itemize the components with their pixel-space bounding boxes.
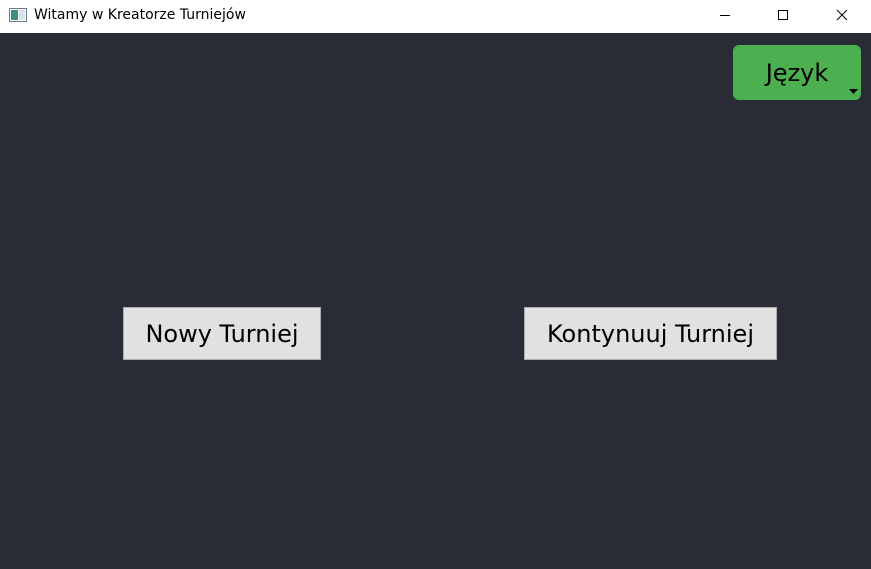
window-title: Witamy w Kreatorze Turniejów [34,7,246,23]
app-window-icon [9,8,27,22]
app-window: Witamy w Kreatorze Turniejów Język Nowy … [0,0,871,569]
new-tournament-button[interactable]: Nowy Turniej [123,307,321,360]
continue-tournament-button[interactable]: Kontynuuj Turniej [524,307,777,360]
language-dropdown-label: Język [765,58,829,87]
title-bar[interactable]: Witamy w Kreatorze Turniejów [0,0,871,33]
minimize-button[interactable] [696,0,754,30]
main-panel: Język Nowy Turniej Kontynuuj Turniej [0,33,871,569]
close-icon [836,9,848,21]
close-button[interactable] [813,0,871,30]
dropdown-arrow-icon [849,89,858,94]
maximize-button[interactable] [754,0,812,30]
new-tournament-label: Nowy Turniej [145,319,299,348]
language-dropdown[interactable]: Język [733,45,861,100]
maximize-icon [778,10,788,20]
minimize-icon [720,15,730,16]
continue-tournament-label: Kontynuuj Turniej [547,319,754,348]
